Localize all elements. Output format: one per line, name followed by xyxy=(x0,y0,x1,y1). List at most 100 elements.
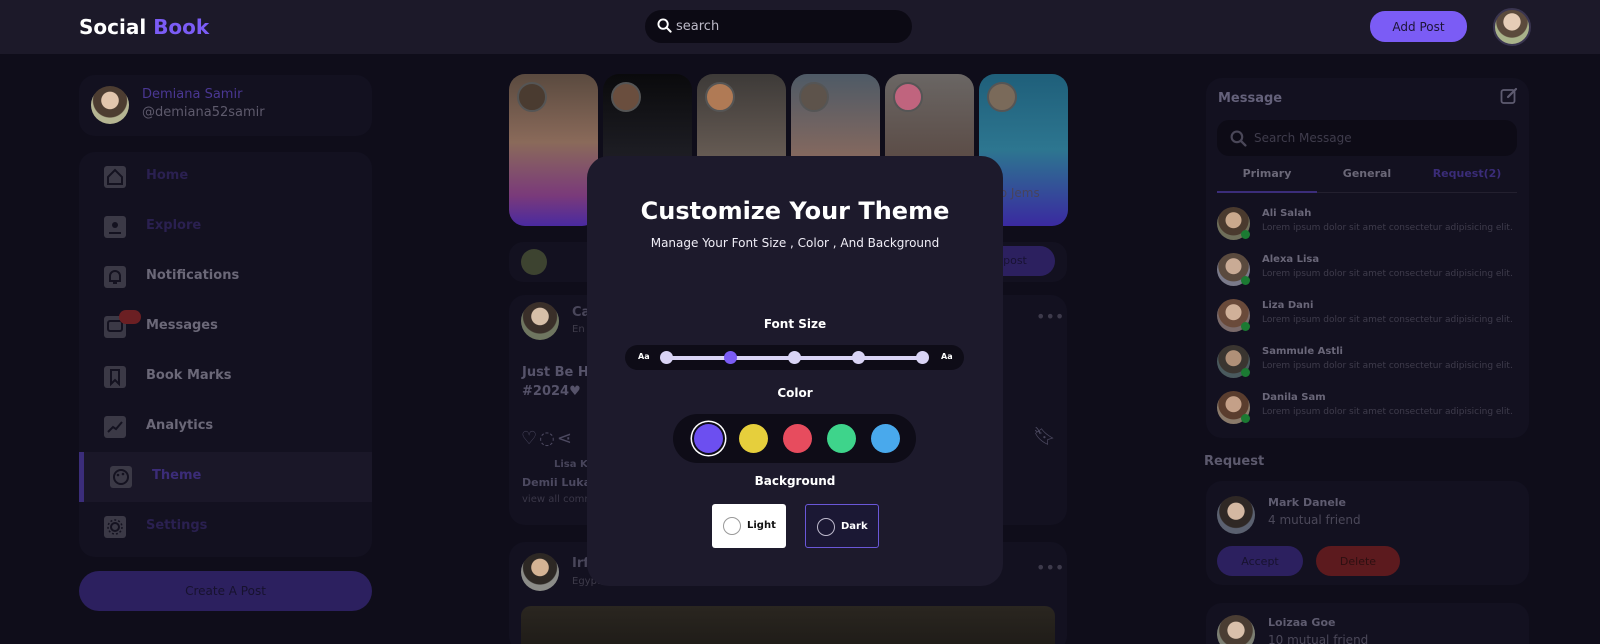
online-indicator xyxy=(1241,230,1250,239)
bell-icon xyxy=(104,266,126,288)
color-swatch-blue[interactable] xyxy=(871,424,900,453)
modal-title: Customize Your Theme xyxy=(640,197,950,225)
story-avatar xyxy=(611,82,641,112)
bookmark-icon xyxy=(104,366,126,388)
liked-by: Lisa K xyxy=(554,459,588,470)
logo[interactable]: Social Book xyxy=(79,15,209,39)
color-swatch-green[interactable] xyxy=(827,424,856,453)
sidebar-item-label: Notifications xyxy=(146,268,240,283)
sidebar-item-explore[interactable]: Explore xyxy=(79,202,372,252)
post-avatar xyxy=(521,553,559,591)
explore-icon xyxy=(104,216,126,238)
sidebar-item-label: Explore xyxy=(146,218,202,233)
sidebar-item-label: Analytics xyxy=(146,418,214,433)
contact-message: Lorem ipsum dolor sit amet consectetur a… xyxy=(1262,361,1513,371)
sidebar-item-analytics[interactable]: Analytics xyxy=(79,402,372,452)
profile-name: Demiana Samir xyxy=(142,87,243,102)
message-search-bar[interactable] xyxy=(1217,120,1517,156)
home-icon xyxy=(104,166,126,188)
message-contact[interactable]: Ali Salah Lorem ipsum dolor sit amet con… xyxy=(1217,205,1517,245)
delete-button[interactable]: Delete xyxy=(1316,546,1400,576)
sidebar-item-notifications[interactable]: Notifications xyxy=(79,252,372,302)
search-icon xyxy=(1230,130,1247,151)
request-name: Loizaa Goe xyxy=(1268,616,1336,629)
story-card[interactable] xyxy=(509,74,598,226)
sidebar-item-theme[interactable]: Theme xyxy=(79,452,372,502)
sidebar-item-label: Messages xyxy=(146,318,218,333)
sidebar-item-messages[interactable]: Messages xyxy=(79,302,372,352)
create-post-button[interactable]: Create A Post xyxy=(79,571,372,611)
profile-card[interactable]: Demiana Samir @demiana52samir xyxy=(79,75,372,136)
contact-message: Lorem ipsum dolor sit amet consectetur a… xyxy=(1262,269,1513,279)
message-search-input[interactable] xyxy=(1254,120,1504,156)
font-size-step-4[interactable] xyxy=(852,351,865,364)
font-size-step-3[interactable] xyxy=(788,351,801,364)
story-avatar xyxy=(893,82,923,112)
tab-general[interactable]: General xyxy=(1317,167,1417,193)
avatar xyxy=(521,249,547,275)
heart-icon[interactable]: ♡ xyxy=(521,428,539,449)
add-post-button[interactable]: Add Post xyxy=(1370,11,1467,42)
view-all-comments[interactable]: view all comm xyxy=(522,494,594,505)
message-contact[interactable]: Liza Dani Lorem ipsum dolor sit amet con… xyxy=(1217,297,1517,337)
story-avatar xyxy=(799,82,829,112)
friend-request-card: Mark Danele 4 mutual friend Accept Delet… xyxy=(1206,481,1529,585)
color-picker xyxy=(673,414,916,463)
post-image xyxy=(521,606,1055,644)
comment-icon[interactable]: ◌ xyxy=(539,428,557,449)
search-bar[interactable] xyxy=(645,10,912,43)
font-size-label: Font Size xyxy=(763,317,827,331)
font-size-step-1[interactable] xyxy=(660,351,673,364)
contact-name: Liza Dani xyxy=(1262,300,1314,311)
online-indicator xyxy=(1241,368,1250,377)
message-contact[interactable]: Sammule Astli Lorem ipsum dolor sit amet… xyxy=(1217,343,1517,383)
logo-accent: Book xyxy=(153,15,210,39)
message-contact[interactable]: Danila Sam Lorem ipsum dolor sit amet co… xyxy=(1217,389,1517,429)
radio-button xyxy=(817,518,835,536)
font-size-step-5[interactable] xyxy=(916,351,929,364)
more-options-icon[interactable]: ••• xyxy=(1036,307,1064,326)
edit-icon[interactable] xyxy=(1500,87,1518,109)
sidebar-item-home[interactable]: Home xyxy=(79,152,372,202)
tab-request[interactable]: Request(2) xyxy=(1417,167,1517,193)
message-contact[interactable]: Alexa Lisa Lorem ipsum dolor sit amet co… xyxy=(1217,251,1517,291)
background-option-label: Light xyxy=(747,520,776,531)
color-swatch-purple[interactable] xyxy=(694,424,723,453)
sidebar-item-label: Home xyxy=(146,168,189,183)
tab-primary[interactable]: Primary xyxy=(1217,167,1317,193)
contact-name: Alexa Lisa xyxy=(1262,254,1320,265)
color-label: Color xyxy=(777,386,813,400)
message-tabs: Primary General Request(2) xyxy=(1217,167,1517,193)
online-indicator xyxy=(1241,322,1250,331)
background-light-option[interactable]: Light xyxy=(712,504,786,548)
request-avatar xyxy=(1217,615,1255,644)
font-size-step-2[interactable] xyxy=(724,351,737,364)
request-mutual: 4 mutual friend xyxy=(1268,513,1361,527)
sidebar-item-label: Theme xyxy=(152,468,202,483)
sidebar-item-label: Book Marks xyxy=(146,368,232,383)
post-actions: ♡◌⋖ xyxy=(521,428,574,449)
accept-button[interactable]: Accept xyxy=(1217,546,1303,576)
online-indicator xyxy=(1241,414,1250,423)
profile-handle: @demiana52samir xyxy=(142,105,265,120)
background-dark-option[interactable]: Dark xyxy=(805,504,879,548)
font-large-label: Aa xyxy=(941,352,953,361)
font-size-selector[interactable]: Aa Aa xyxy=(625,345,964,370)
contact-message: Lorem ipsum dolor sit amet consectetur a… xyxy=(1262,315,1513,325)
sidebar-item-bookmarks[interactable]: Book Marks xyxy=(79,352,372,402)
color-swatch-yellow[interactable] xyxy=(739,424,768,453)
post-avatar xyxy=(521,302,559,340)
request-title: Request xyxy=(1204,454,1265,469)
share-icon[interactable]: ⋖ xyxy=(557,428,574,449)
bookmark-icon[interactable]: 🔖︎ xyxy=(1033,426,1056,447)
online-indicator xyxy=(1241,276,1250,285)
friend-request-card: Loizaa Goe 10 mutual friend xyxy=(1206,603,1529,644)
request-avatar xyxy=(1217,496,1255,534)
contact-message: Lorem ipsum dolor sit amet consectetur a… xyxy=(1262,223,1513,233)
avatar[interactable] xyxy=(1493,8,1531,46)
sidebar-item-label: Settings xyxy=(146,518,208,533)
color-swatch-red[interactable] xyxy=(783,424,812,453)
more-options-icon[interactable]: ••• xyxy=(1036,558,1064,577)
search-input[interactable] xyxy=(676,10,896,43)
sidebar-item-settings[interactable]: Settings xyxy=(79,502,372,552)
